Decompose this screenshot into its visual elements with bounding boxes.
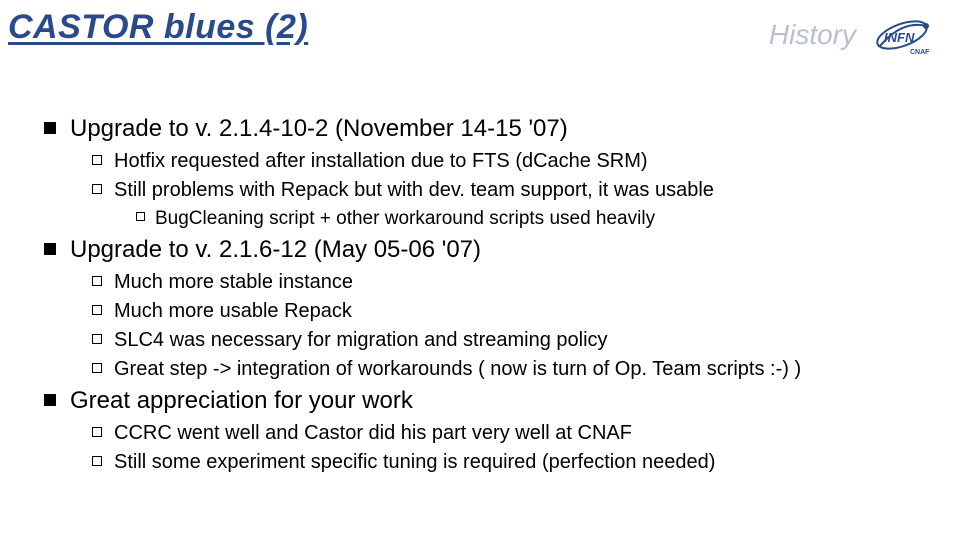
- bullet-square-hollow: [92, 155, 102, 165]
- bullet-square-hollow: [92, 184, 102, 194]
- bullet-square-hollow: [136, 212, 145, 221]
- list-text: BugCleaning script + other workaround sc…: [155, 206, 655, 232]
- list-text: Still problems with Repack but with dev.…: [114, 177, 714, 204]
- list-text: Hotfix requested after installation due …: [114, 148, 648, 175]
- list-item: Great appreciation for your work: [44, 385, 940, 416]
- bullet-square-filled: [44, 394, 56, 406]
- list-text: Much more usable Repack: [114, 298, 352, 325]
- list-item: Much more usable Repack: [92, 298, 940, 325]
- svg-text:CNAF: CNAF: [910, 49, 930, 56]
- list-item: Still some experiment specific tuning is…: [92, 449, 940, 476]
- list-text: Great appreciation for your work: [70, 385, 413, 416]
- list-text: SLC4 was necessary for migration and str…: [114, 327, 608, 354]
- list-item: BugCleaning script + other workaround sc…: [136, 206, 940, 232]
- history-label: History: [769, 19, 856, 51]
- list-text: Great step -> integration of workarounds…: [114, 356, 801, 383]
- bullet-square-hollow: [92, 305, 102, 315]
- bullet-square-filled: [44, 122, 56, 134]
- list-item: Upgrade to v. 2.1.6-12 (May 05-06 '07): [44, 234, 940, 265]
- slide-title: CASTOR blues (2): [8, 8, 308, 47]
- bullet-square-hollow: [92, 456, 102, 466]
- list-item: Great step -> integration of workarounds…: [92, 356, 940, 383]
- bullet-square-hollow: [92, 427, 102, 437]
- list-item: Upgrade to v. 2.1.4-10-2 (November 14-15…: [44, 113, 940, 144]
- svg-text:INFN: INFN: [884, 30, 915, 45]
- list-text: CCRC went well and Castor did his part v…: [114, 420, 632, 447]
- bullet-square-hollow: [92, 276, 102, 286]
- bullet-square-hollow: [92, 334, 102, 344]
- slide-body: Upgrade to v. 2.1.4-10-2 (November 14-15…: [0, 58, 960, 476]
- list-text: Upgrade to v. 2.1.6-12 (May 05-06 '07): [70, 234, 481, 265]
- list-item: Hotfix requested after installation due …: [92, 148, 940, 175]
- list-item: Still problems with Repack but with dev.…: [92, 177, 940, 204]
- list-text: Still some experiment specific tuning is…: [114, 449, 715, 476]
- list-item: CCRC went well and Castor did his part v…: [92, 420, 940, 447]
- infn-logo: INFN CNAF: [866, 12, 940, 58]
- list-item: Much more stable instance: [92, 269, 940, 296]
- bullet-square-hollow: [92, 363, 102, 373]
- list-text: Upgrade to v. 2.1.4-10-2 (November 14-15…: [70, 113, 568, 144]
- list-text: Much more stable instance: [114, 269, 353, 296]
- bullet-square-filled: [44, 243, 56, 255]
- list-item: SLC4 was necessary for migration and str…: [92, 327, 940, 354]
